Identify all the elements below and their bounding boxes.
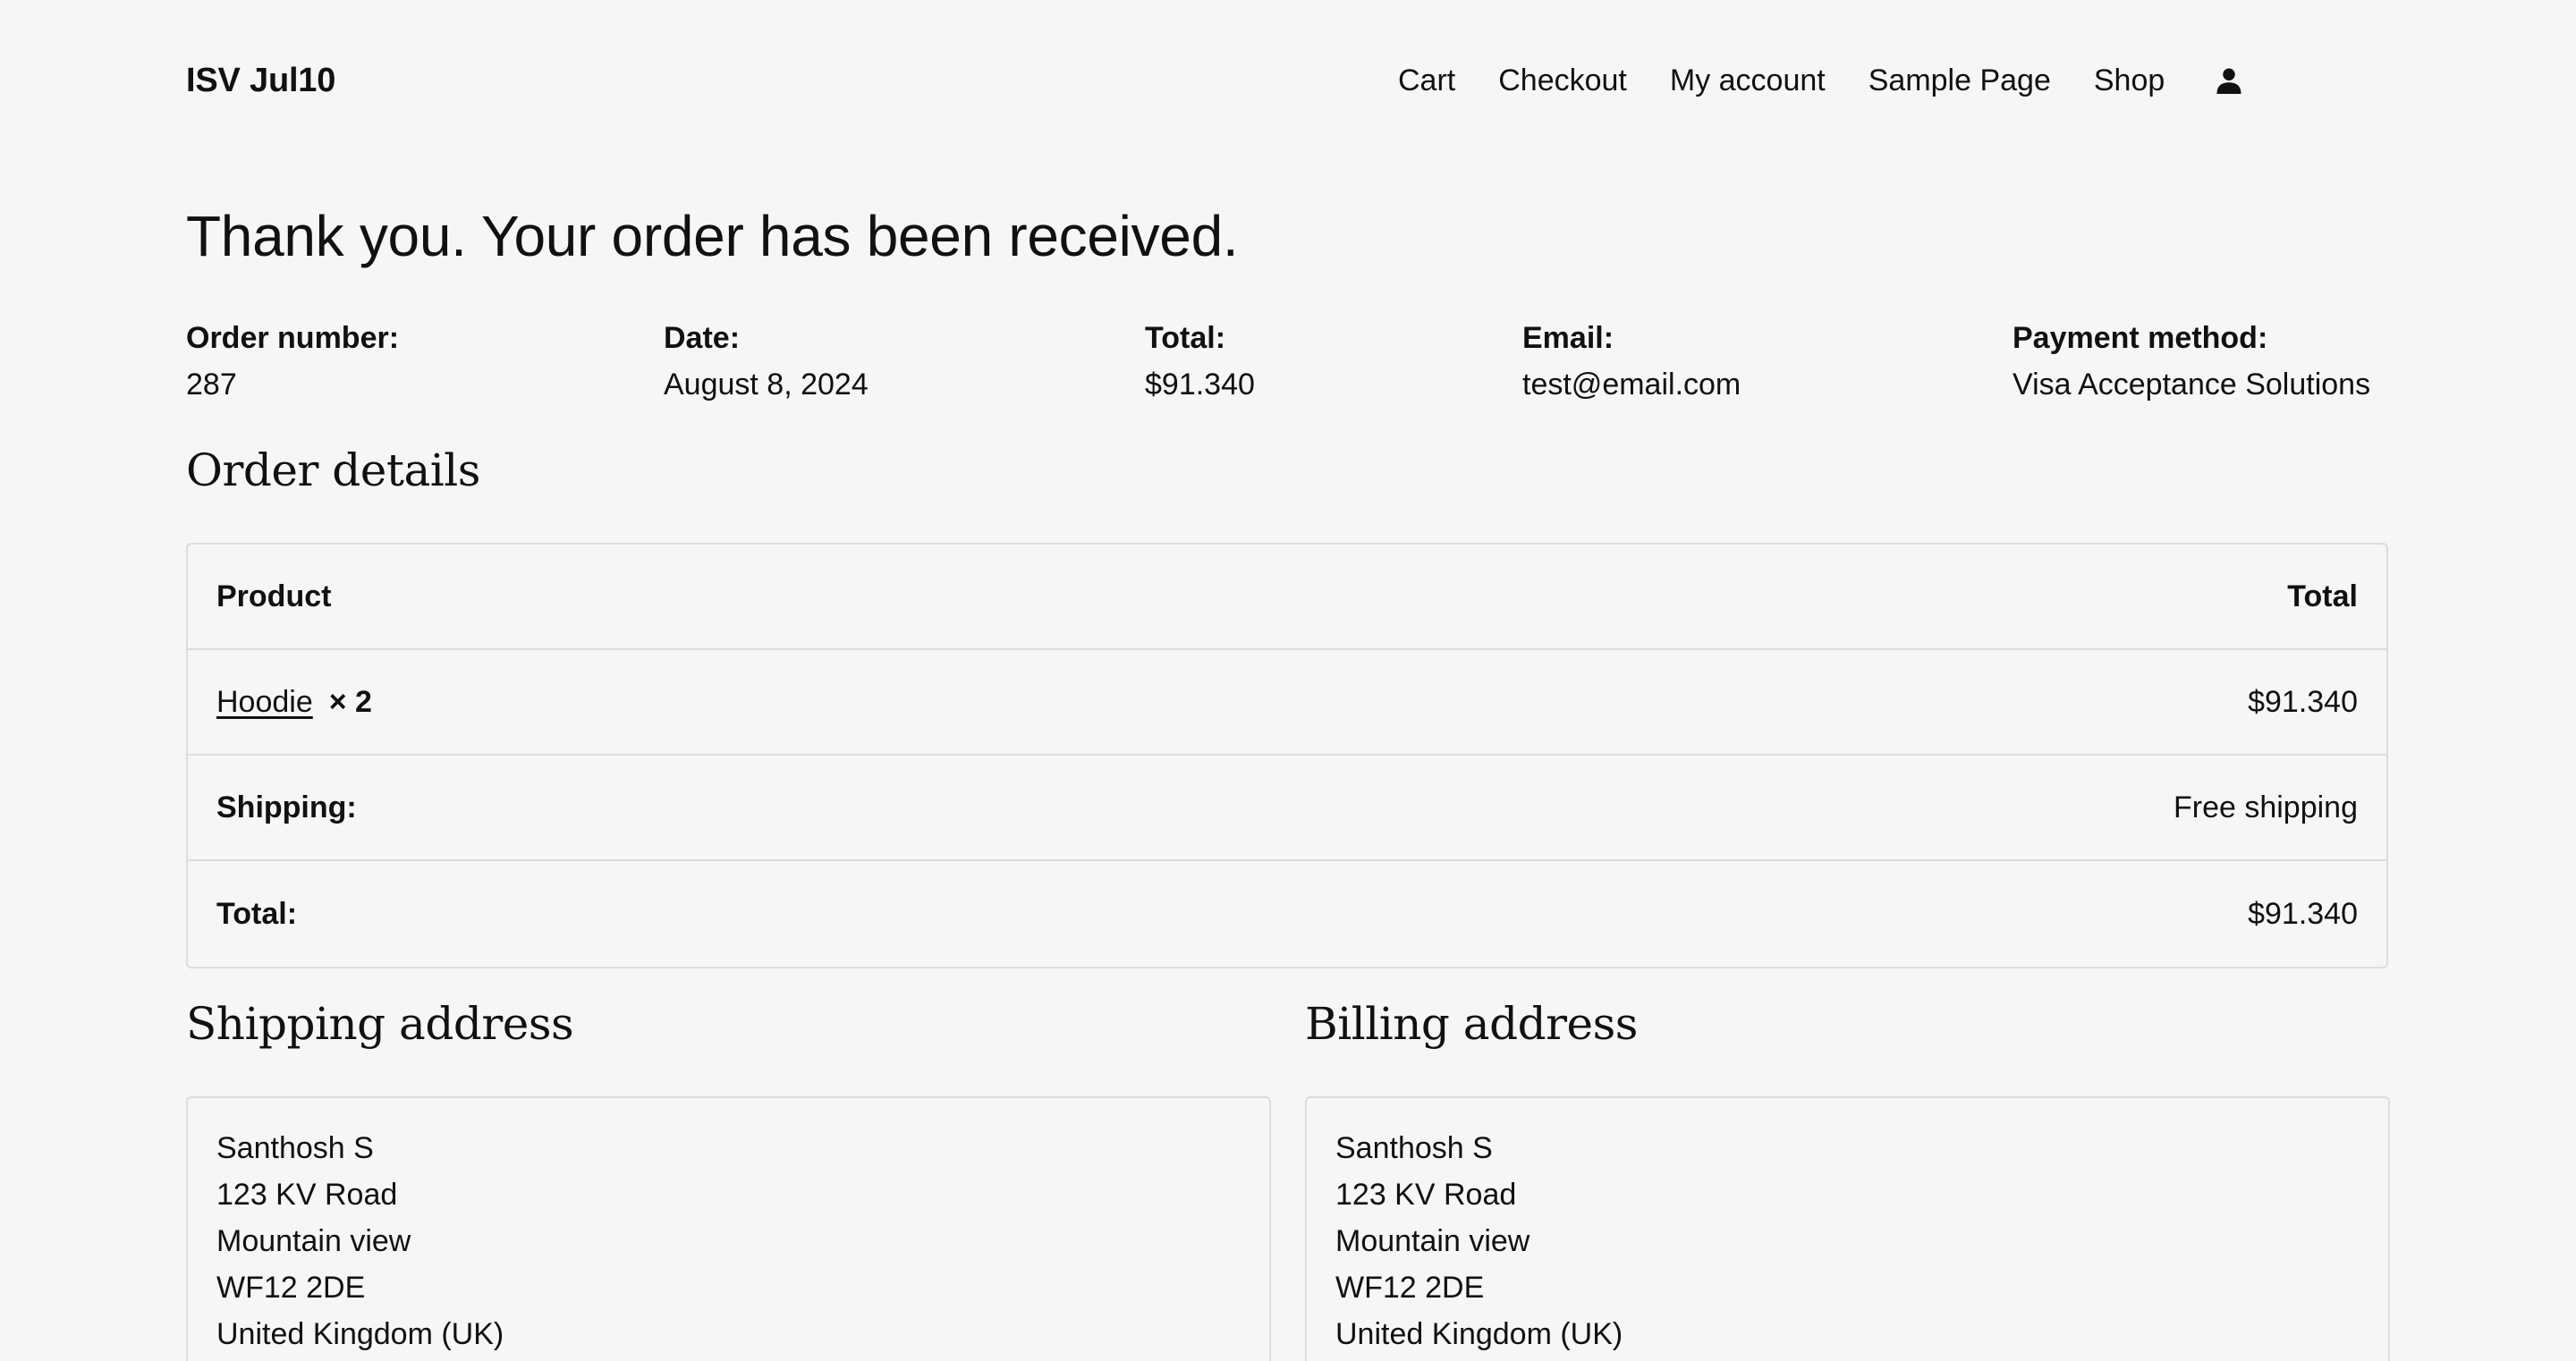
shipping-address-city: Mountain view: [216, 1224, 411, 1258]
shipping-row: Shipping: Free shipping: [188, 756, 2386, 861]
overview-date: Date: August 8, 2024: [664, 315, 869, 408]
date-value: August 8, 2024: [664, 368, 869, 402]
date-label: Date:: [664, 321, 741, 355]
nav-my-account[interactable]: My account: [1670, 59, 1826, 102]
payment-method-label: Payment method:: [2012, 321, 2268, 355]
overview-total: Total: $91.340: [1145, 315, 1255, 408]
order-details-table: Product Total Hoodie × 2 $91.340 Shipping…: [186, 543, 2388, 968]
overview-order-number: Order number: 287: [186, 315, 399, 408]
shipping-address-street: 123 KV Road: [216, 1178, 398, 1212]
shipping-address-box: Santhosh S 123 KV Road Mountain view WF1…: [186, 1096, 1271, 1361]
nav-cart[interactable]: Cart: [1398, 59, 1455, 102]
order-received-page: ISV Jul10 Cart Checkout My account Sampl…: [0, 0, 2576, 1361]
product-quantity: × 2: [328, 684, 372, 719]
overview-email: Email: test@email.com: [1522, 315, 1741, 408]
shipping-address-name: Santhosh S: [216, 1131, 374, 1165]
email-value: test@email.com: [1522, 368, 1741, 402]
shipping-address-postcode: WF12 2DE: [216, 1271, 366, 1305]
overview-payment-method: Payment method: Visa Acceptance Solution…: [2012, 315, 2370, 408]
nav-sample-page[interactable]: Sample Page: [1868, 59, 2051, 102]
table-header-row: Product Total: [188, 545, 2386, 650]
column-header-total: Total: [2287, 579, 2358, 613]
shipping-address-heading: Shipping address: [186, 998, 574, 1050]
shipping-value: Free shipping: [2173, 790, 2358, 824]
shipping-address-country: United Kingdom (UK): [216, 1317, 504, 1351]
order-total-value: $91.340: [2248, 896, 2358, 931]
user-icon[interactable]: [2213, 64, 2245, 97]
billing-address-postcode: WF12 2DE: [1335, 1271, 1485, 1305]
order-received-notice: Thank you. Your order has been received.: [186, 204, 1239, 268]
product-total: $91.340: [2248, 684, 2358, 719]
order-total-row: Total: $91.340: [188, 861, 2386, 967]
column-header-product: Product: [216, 579, 332, 613]
shipping-label: Shipping:: [216, 790, 357, 824]
product-cell: Hoodie × 2: [216, 685, 372, 720]
table-row: Hoodie × 2 $91.340: [188, 650, 2386, 756]
payment-method-value: Visa Acceptance Solutions: [2012, 368, 2371, 402]
total-label: Total:: [1145, 321, 1226, 355]
billing-address-country: United Kingdom (UK): [1335, 1317, 1623, 1351]
email-label: Email:: [1522, 321, 1614, 355]
site-title[interactable]: ISV Jul10: [186, 59, 335, 102]
order-details-heading: Order details: [186, 444, 480, 496]
billing-address-city: Mountain view: [1335, 1224, 1530, 1258]
billing-address-heading: Billing address: [1305, 998, 1638, 1050]
main-nav: Cart Checkout My account Sample Page Sho…: [1398, 59, 2245, 102]
order-number-label: Order number:: [186, 321, 400, 355]
billing-address-street: 123 KV Road: [1335, 1178, 1517, 1212]
billing-address-box: Santhosh S 123 KV Road Mountain view WF1…: [1305, 1096, 2390, 1361]
order-number-value: 287: [186, 368, 237, 402]
billing-address-name: Santhosh S: [1335, 1131, 1493, 1165]
product-link[interactable]: Hoodie: [216, 685, 313, 719]
nav-checkout[interactable]: Checkout: [1498, 59, 1627, 102]
nav-shop[interactable]: Shop: [2094, 59, 2165, 102]
total-value: $91.340: [1145, 368, 1255, 402]
order-total-label: Total:: [216, 896, 298, 931]
